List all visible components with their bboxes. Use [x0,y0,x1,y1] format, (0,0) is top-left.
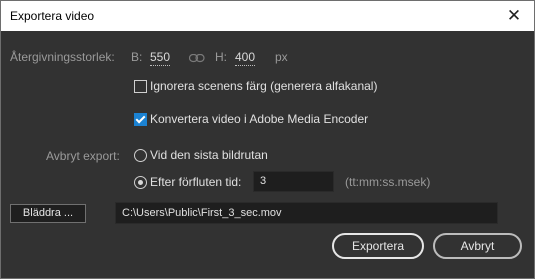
after-time-label[interactable]: Efter förfluten tid: [150,175,241,189]
ignore-stage-color-checkbox[interactable] [134,80,147,93]
chain-link-icon[interactable] [188,52,205,66]
close-icon[interactable]: ✕ [494,1,534,31]
width-value[interactable]: 550 [150,50,171,66]
height-value[interactable]: 400 [235,50,256,66]
convert-ame-label[interactable]: Konvertera video i Adobe Media Encoder [150,112,368,126]
render-size-label: Återgivningsstorlek: [10,50,115,64]
height-label: H: [215,50,227,64]
export-button[interactable]: Exportera [332,233,424,259]
ignore-stage-color-label[interactable]: Ignorera scenens färg (generera alfakana… [150,79,377,93]
file-path-input[interactable]: C:\Users\Public\First_3_sec.mov [115,202,498,224]
width-label: B: [131,50,143,64]
cancel-button[interactable]: Avbryt [433,233,522,259]
browse-button[interactable]: Bläddra ... [10,204,86,223]
stop-export-label: Avbryt export: [46,149,120,163]
export-video-dialog: Exportera video ✕ Återgivningsstorlek: B… [0,0,535,279]
size-unit: px [275,50,288,64]
after-time-radio[interactable] [134,176,147,189]
dialog-body: Återgivningsstorlek: B: 550 H: 400 px Ig… [1,32,534,278]
dialog-title: Exportera video [10,9,95,23]
last-frame-radio[interactable] [134,149,147,162]
elapsed-time-input[interactable]: 3 [253,171,334,192]
convert-ame-checkbox[interactable] [134,113,147,126]
time-format-hint: (tt:mm:ss.msek) [345,175,431,189]
title-bar[interactable]: Exportera video ✕ [1,1,534,31]
last-frame-label[interactable]: Vid den sista bildrutan [150,148,268,162]
